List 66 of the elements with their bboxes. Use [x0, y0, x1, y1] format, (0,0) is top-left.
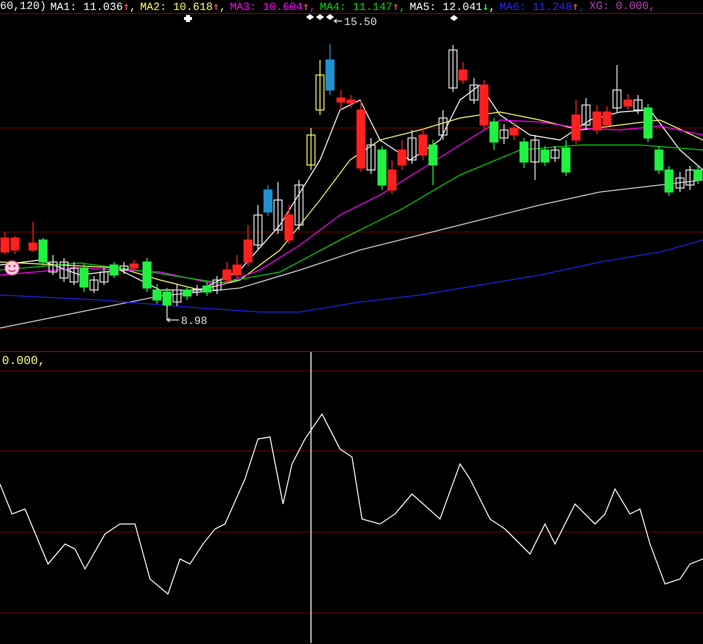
candlestick	[28, 222, 38, 252]
separator-comma: ,	[399, 2, 406, 14]
smiley-icon	[4, 260, 20, 276]
separator-comma: ,	[488, 2, 496, 14]
separator-comma: ,	[129, 2, 136, 14]
ma-value-label: MA1: 11.036	[50, 2, 123, 14]
trend-arrow: ↑	[212, 0, 220, 13]
candlestick	[192, 284, 202, 296]
candlestick	[664, 166, 674, 196]
candlestick	[624, 94, 632, 110]
trend-arrow: ↑	[392, 0, 400, 13]
candlestick	[120, 262, 128, 274]
candlestick	[316, 60, 324, 116]
candlestick	[326, 44, 334, 96]
candlestick	[388, 160, 396, 194]
candlestick	[408, 130, 416, 164]
ma-value-label: MA6: 11.248	[500, 2, 572, 14]
candlestick	[694, 166, 702, 184]
candlestick	[550, 146, 560, 162]
candlestick	[418, 128, 428, 160]
candlestick	[222, 262, 232, 284]
trend-arrow: ↑	[572, 0, 579, 13]
candlestick	[0, 232, 10, 254]
indicator-value-label: 0.000,	[2, 354, 46, 368]
candlestick	[244, 224, 252, 266]
candlestick	[676, 172, 684, 192]
candlestick	[306, 128, 316, 170]
separator-comma: ,	[219, 2, 226, 14]
candlestick	[100, 268, 108, 286]
indicator-params: 60,120)	[0, 0, 46, 13]
candlestick	[582, 98, 590, 130]
separator-comma: ,	[578, 2, 586, 14]
candlestick	[572, 100, 580, 144]
candlestick	[38, 238, 48, 266]
ma-value-label: MA2: 10.618	[140, 2, 213, 14]
high-price-label: 15.50	[344, 17, 378, 29]
candlestick	[378, 146, 386, 190]
leader-line	[334, 18, 342, 24]
trend-arrow: ↑	[122, 0, 130, 13]
candlestick	[232, 254, 242, 278]
ma-value-label: XG: 0.000	[589, 1, 649, 13]
ma-value-label: MA4: 11.147	[320, 2, 392, 14]
low-price-label: 8.98	[181, 316, 208, 328]
candlestick	[162, 288, 172, 306]
candlestick	[60, 258, 68, 282]
candlestick	[654, 146, 664, 174]
candlestick	[10, 236, 20, 254]
ma-value-label: MA5: 12.041	[410, 2, 482, 14]
candlestick	[130, 260, 138, 272]
ma-value-label: MA3: 10.604	[230, 2, 303, 14]
candlestick	[592, 104, 602, 134]
candlestick	[284, 204, 294, 244]
candlestick	[686, 166, 694, 190]
candlestick	[70, 262, 78, 286]
candlestick	[212, 276, 222, 294]
candlestick	[294, 180, 304, 230]
leader-line	[166, 304, 180, 322]
candlestick	[562, 140, 570, 176]
candlestick	[202, 282, 212, 296]
separator-comma: ,	[309, 2, 316, 14]
candlestick	[398, 140, 406, 170]
candlestick	[48, 254, 58, 276]
trend-arrow: ↓	[482, 0, 489, 13]
separator-comma: ,	[648, 1, 656, 13]
trend-arrow: ↑	[302, 0, 310, 13]
candlestick	[110, 262, 118, 278]
